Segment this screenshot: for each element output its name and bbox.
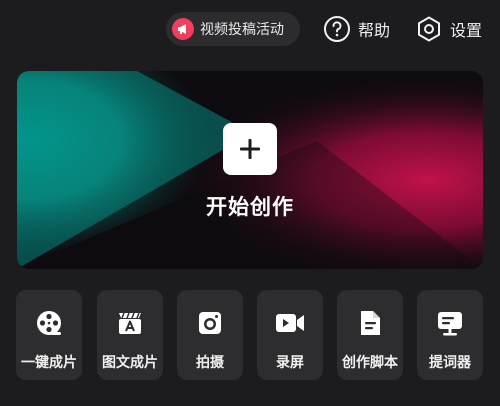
promo-pill-button[interactable]: 视频投稿活动 (166, 12, 300, 46)
camera-icon (193, 306, 227, 340)
tool-label: 一键成片 (21, 355, 77, 371)
settings-label: 设置 (450, 21, 483, 40)
help-icon (322, 14, 352, 44)
plus-icon (240, 139, 260, 159)
film-reel-icon (32, 306, 66, 340)
teleprompter-icon (433, 306, 467, 340)
megaphone-icon (172, 18, 194, 40)
start-creating-card[interactable]: 开始创作 (17, 71, 483, 269)
top-bar: 视频投稿活动 帮助 设置 (0, 0, 500, 58)
screen-record-icon (273, 306, 307, 340)
settings-hexagon-icon (414, 14, 444, 44)
tool-label: 图文成片 (102, 355, 158, 371)
tool-label: 拍摄 (196, 355, 224, 371)
tool-teleprompter[interactable]: 提词器 (417, 290, 483, 380)
help-button[interactable]: 帮助 (322, 12, 390, 46)
settings-button[interactable]: 设置 (414, 12, 482, 46)
add-project-button[interactable] (223, 123, 277, 175)
tool-label: 录屏 (276, 355, 304, 371)
tool-shoot[interactable]: 拍摄 (177, 290, 243, 380)
tool-label: 创作脚本 (342, 355, 398, 371)
tool-label: 提词器 (429, 355, 471, 371)
tool-one-click-video[interactable]: 一键成片 (16, 290, 82, 380)
tool-image-text-video[interactable]: 图文成片 (97, 290, 163, 380)
tool-screen-record[interactable]: 录屏 (257, 290, 323, 380)
help-label: 帮助 (358, 21, 391, 40)
tools-row: 一键成片 图文成片 拍摄 录屏 创作脚本 提词器 (0, 290, 500, 380)
hero-title: 开始创作 (206, 195, 294, 219)
text-slate-icon (113, 306, 147, 340)
tool-script[interactable]: 创作脚本 (337, 290, 403, 380)
document-icon (353, 306, 387, 340)
promo-label: 视频投稿活动 (200, 22, 284, 38)
